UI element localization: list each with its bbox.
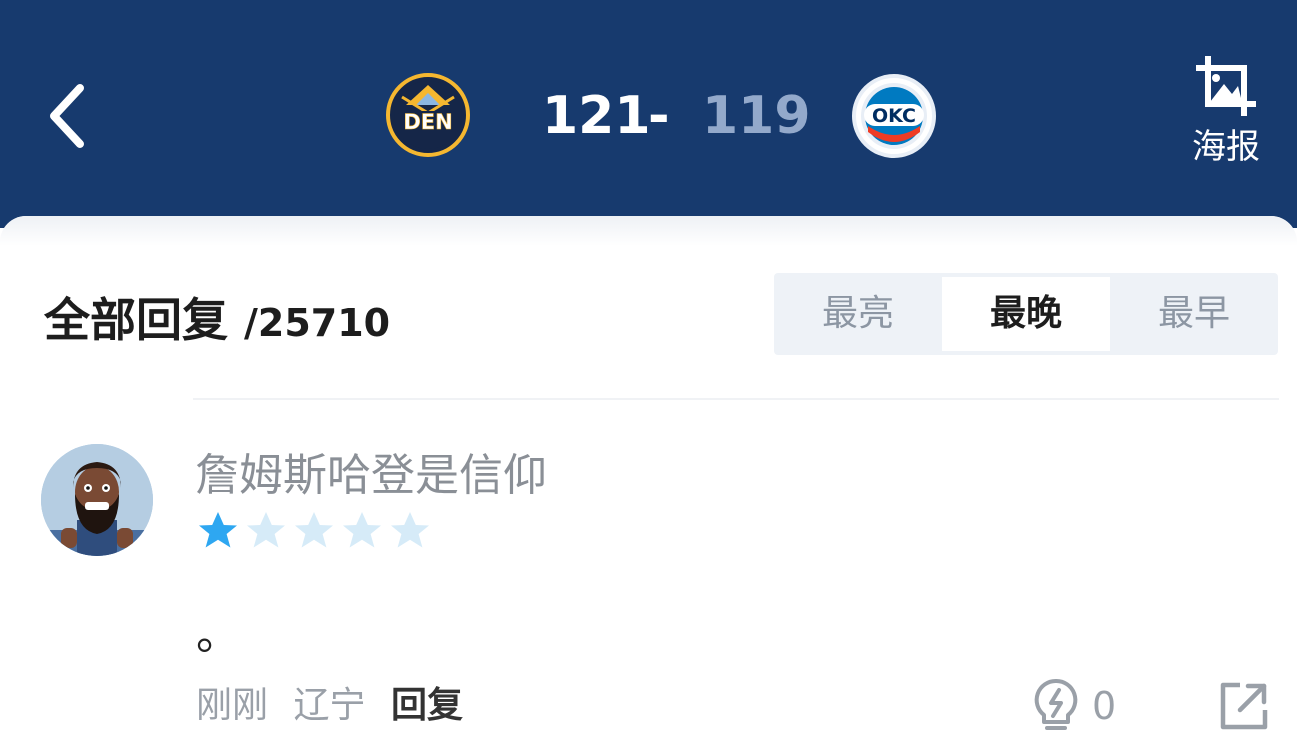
comment-location: 辽宁 (293, 685, 366, 726)
image-crop-icon (1196, 56, 1256, 116)
sort-tabs: 最亮 最晚 最早 (774, 273, 1278, 355)
home-team-logo[interactable]: DEN (386, 73, 470, 157)
away-score: 119 (702, 86, 811, 146)
poster-button[interactable]: 海报 (1178, 54, 1274, 184)
share-icon (1220, 682, 1268, 730)
away-team-abbr: OKC (872, 105, 916, 127)
star-rating (196, 510, 436, 556)
sort-tab-brightest[interactable]: 最亮 (774, 273, 942, 355)
okc-logo-icon: OKC (861, 83, 927, 149)
star-empty-icon (295, 512, 333, 548)
chevron-left-icon (50, 84, 84, 148)
poster-label: 海报 (1192, 127, 1260, 167)
replies-count: /25710 (244, 301, 391, 345)
share-button[interactable] (1218, 680, 1270, 732)
game-header: DEN 121 - 119 OKC 海报 (0, 0, 1297, 228)
star-filled-icon (199, 512, 237, 548)
light-count: 0 (1092, 684, 1117, 728)
star-empty-icon (343, 512, 381, 548)
star-empty-icon (391, 512, 429, 548)
back-button[interactable] (40, 76, 100, 156)
replies-heading: 全部回复 /25710 (44, 290, 390, 353)
comment-meta: 刚刚 辽宁 回复 (196, 680, 477, 732)
comment-text: 。 (196, 609, 240, 660)
panel-shadow (0, 216, 1297, 246)
replies-title: 全部回复 (44, 293, 228, 347)
den-logo-icon: DEN (394, 81, 462, 149)
score-separator: - (648, 86, 670, 146)
home-score: 121 (542, 86, 651, 146)
lightbulb-icon (1034, 678, 1078, 730)
divider (193, 398, 1279, 400)
comment-username[interactable]: 詹姆斯哈登是信仰 (195, 446, 547, 506)
star-empty-icon (247, 512, 285, 548)
user-avatar-image (41, 444, 153, 556)
avatar[interactable] (41, 444, 153, 556)
away-team-logo[interactable]: OKC (852, 74, 936, 158)
home-team-abbr: DEN (403, 110, 452, 134)
sort-tab-earliest[interactable]: 最早 (1110, 273, 1278, 355)
light-button[interactable] (1028, 676, 1084, 732)
sort-tab-latest[interactable]: 最晚 (942, 277, 1110, 351)
comment-time: 刚刚 (196, 685, 269, 726)
reply-button[interactable]: 回复 (391, 685, 463, 726)
